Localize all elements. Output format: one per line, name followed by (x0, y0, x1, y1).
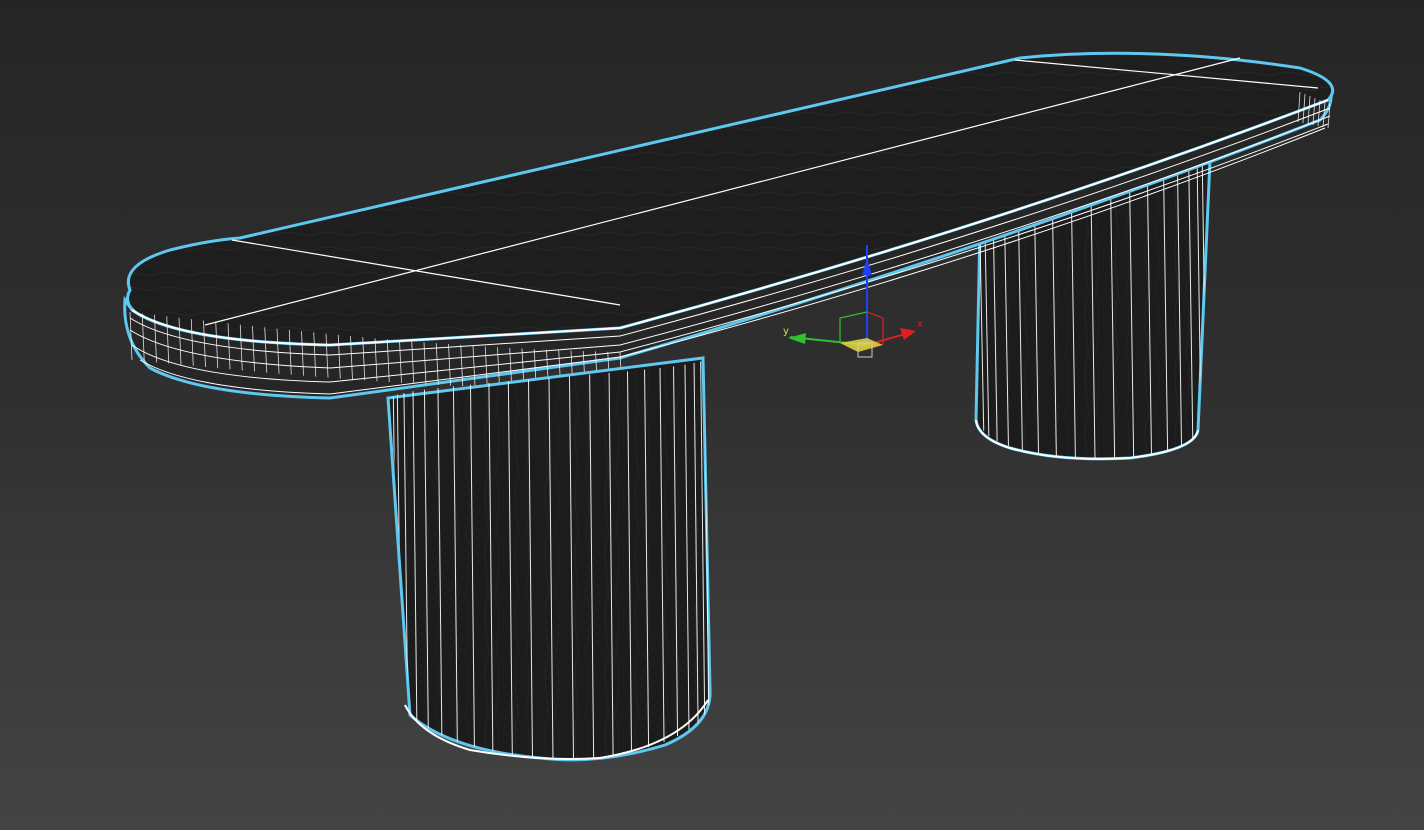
front-leg[interactable] (386, 356, 712, 762)
xy-plane-handle[interactable] (840, 338, 883, 352)
scene-canvas[interactable]: x y (0, 0, 1424, 830)
x-axis-label: x (917, 319, 923, 330)
yz-plane-handle[interactable] (839, 311, 868, 343)
y-axis-label: y (783, 326, 789, 337)
3d-viewport[interactable]: x y (0, 0, 1424, 830)
x-arrow-icon[interactable] (900, 328, 916, 340)
y-arrow-icon[interactable] (788, 333, 806, 344)
